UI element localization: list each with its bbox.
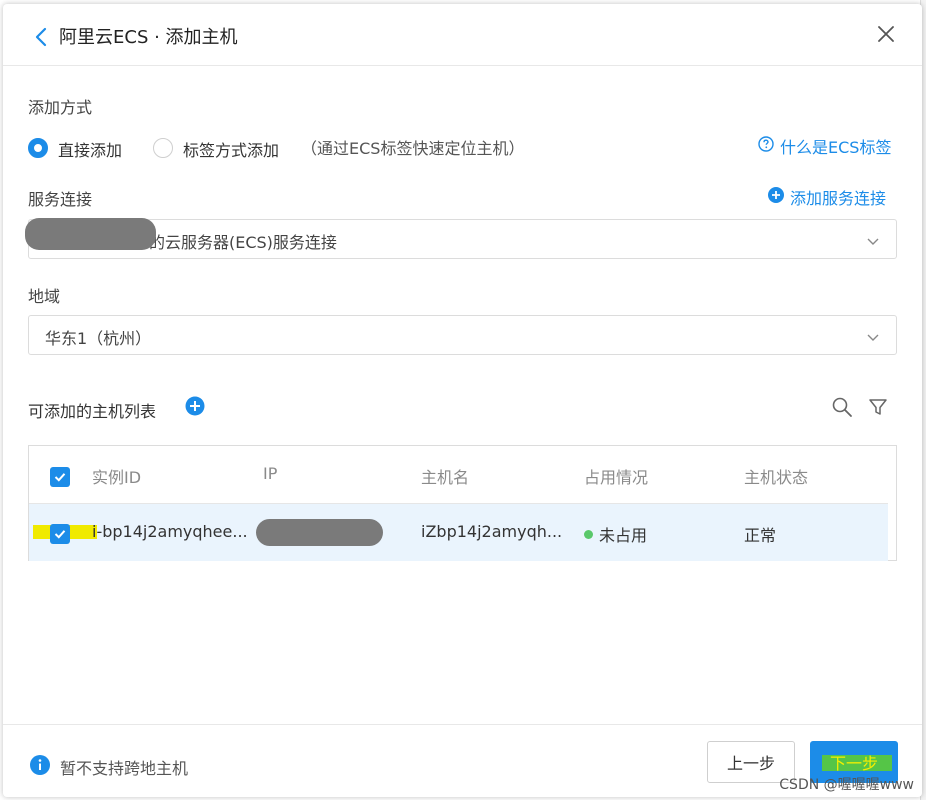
info-icon — [30, 755, 50, 779]
cell-usage-text: 未占用 — [599, 526, 648, 545]
col-ip[interactable]: IP — [263, 464, 277, 483]
region-select[interactable]: 华东1（杭州） — [28, 315, 897, 355]
ecs-tag-help-link[interactable]: 什么是ECS标签 — [758, 134, 891, 158]
help-circle-icon — [758, 136, 774, 156]
col-status[interactable]: 主机状态 — [744, 464, 808, 488]
table-row[interactable]: i-bp14j2amyqhee... iZbp14j2amyqh... 未占用 … — [29, 504, 888, 561]
plus-circle-icon — [768, 187, 784, 207]
cell-usage: 未占用 — [584, 522, 647, 546]
table-header: 实例ID IP 主机名 占用情况 主机状态 — [29, 446, 888, 504]
dialog-header: 阿里云ECS · 添加主机 — [3, 4, 922, 66]
service-label: 服务连接 — [28, 190, 93, 209]
next-button-label: 下一步 — [829, 754, 878, 773]
region-select-value: 华东1（杭州） — [45, 329, 152, 348]
add-method-label: 添加方式 — [28, 98, 93, 117]
radio-direct-add-label[interactable]: 直接添加 — [58, 137, 122, 161]
close-icon[interactable] — [875, 23, 897, 45]
add-service-link[interactable]: 添加服务连接 — [768, 185, 886, 209]
usage-status-dot — [584, 529, 593, 539]
chevron-down-icon — [866, 329, 880, 343]
cell-hostname: iZbp14j2amyqh... — [421, 522, 563, 541]
radio-direct-add[interactable] — [28, 138, 48, 158]
back-icon[interactable] — [33, 26, 49, 48]
radio-tag-add[interactable] — [153, 138, 173, 158]
host-list-title: 可添加的主机列表 — [28, 402, 157, 421]
service-select[interactable]: 的云服务器(ECS)服务连接 — [28, 219, 897, 259]
region-label: 地域 — [28, 287, 61, 306]
row-checkbox[interactable] — [50, 524, 70, 544]
add-host-icon[interactable] — [185, 396, 205, 416]
redacted-service-name — [25, 218, 156, 250]
add-host-dialog: 阿里云ECS · 添加主机 添加方式 直接添加 标签方式添加 （通过ECS标签快… — [3, 4, 922, 797]
service-select-value: 的云服务器(ECS)服务连接 — [149, 233, 337, 252]
cell-status: 正常 — [744, 526, 777, 545]
footer-note: 暂不支持跨地主机 — [60, 759, 189, 778]
search-icon[interactable] — [831, 396, 853, 418]
dialog-title: 阿里云ECS · 添加主机 — [59, 27, 238, 48]
select-all-checkbox[interactable] — [50, 467, 70, 487]
col-usage[interactable]: 占用情况 — [584, 464, 648, 488]
col-hostname[interactable]: 主机名 — [421, 464, 469, 488]
ecs-tag-help-text: 什么是ECS标签 — [780, 138, 892, 157]
radio-tag-add-label[interactable]: 标签方式添加 — [183, 137, 279, 161]
tag-add-hint: （通过ECS标签快速定位主机） — [301, 139, 525, 158]
add-service-text: 添加服务连接 — [790, 189, 887, 208]
filter-icon[interactable] — [867, 396, 889, 418]
redacted-ip — [256, 519, 383, 546]
chevron-down-icon — [866, 233, 880, 247]
host-table: 实例ID IP 主机名 占用情况 主机状态 i-bp14j2amyqhee...… — [28, 445, 897, 561]
col-instance-id[interactable]: 实例ID — [92, 464, 141, 488]
csdn-watermark: CSDN @喔喔喔www — [779, 777, 914, 793]
cell-instance-id: i-bp14j2amyqhee... — [92, 522, 248, 541]
